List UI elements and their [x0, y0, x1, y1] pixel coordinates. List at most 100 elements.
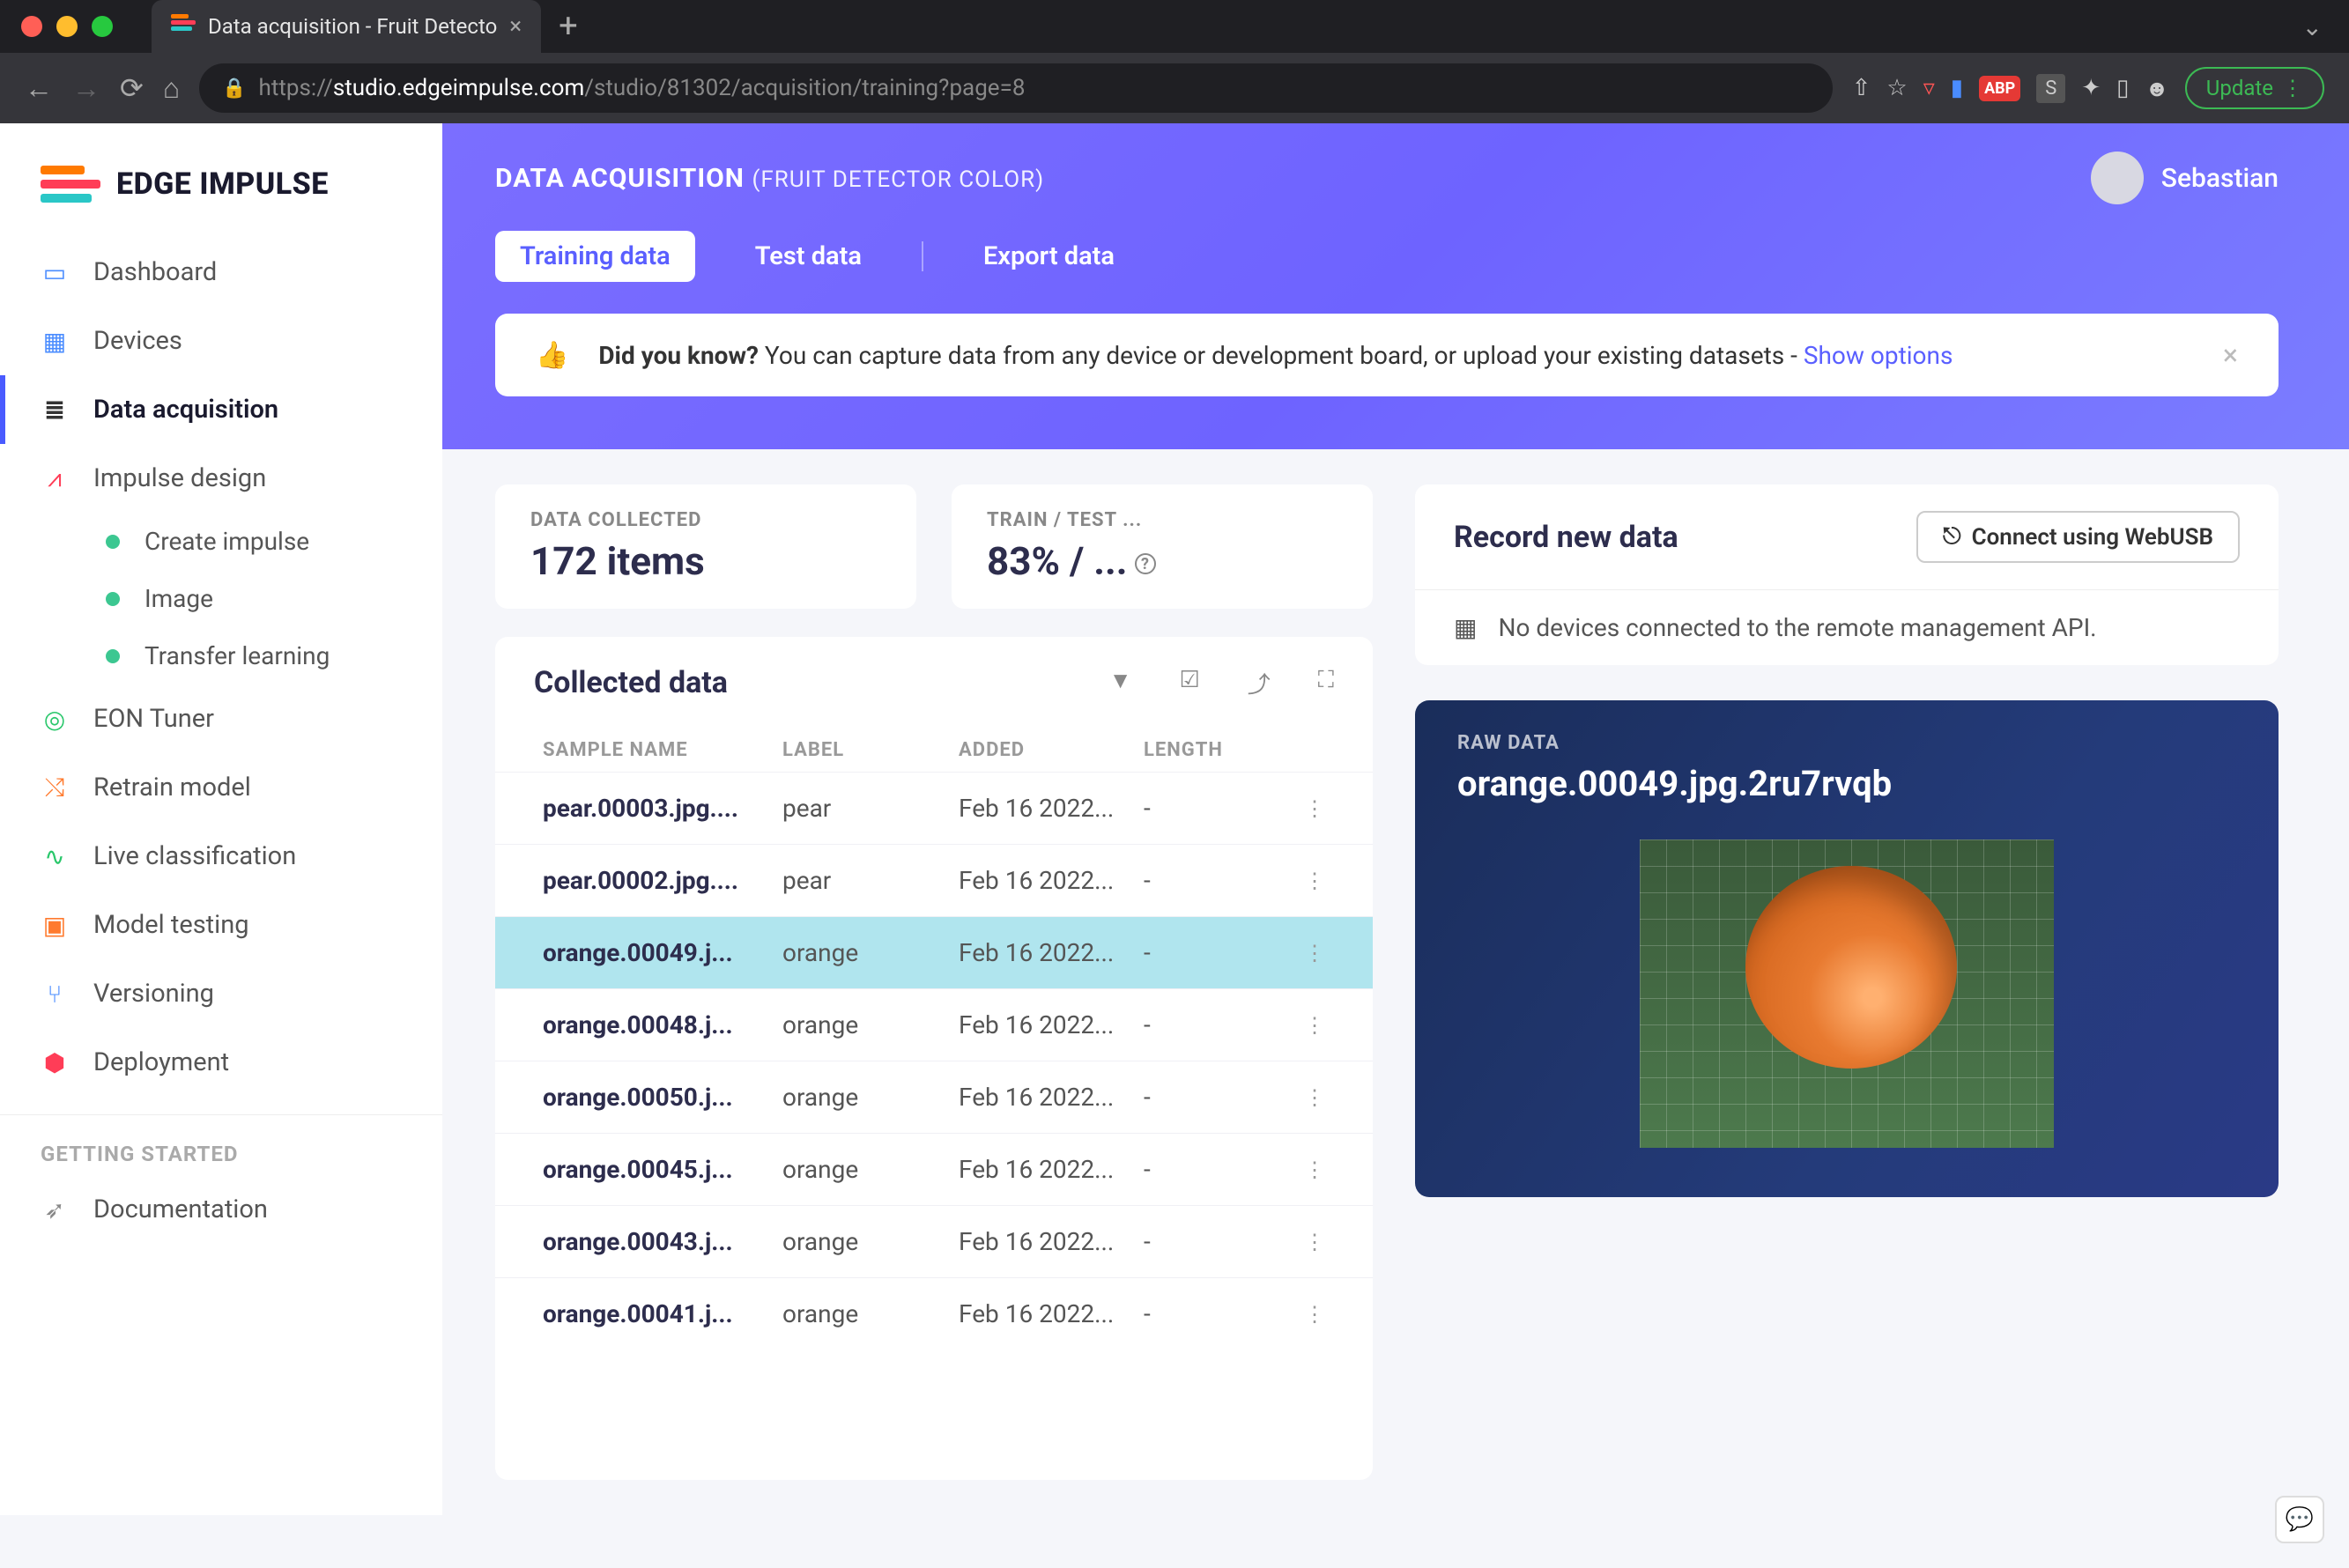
- orange-fruit-icon: [1745, 866, 1957, 1069]
- window-maximize-dot[interactable]: [92, 16, 113, 37]
- row-menu-icon[interactable]: ⋮: [1304, 1085, 1325, 1110]
- logo[interactable]: EDGE IMPULSE: [0, 144, 442, 238]
- tab-test-data[interactable]: Test data: [730, 231, 886, 282]
- sidebar-subitem-image[interactable]: Image: [0, 570, 442, 627]
- table-row[interactable]: pear.00002.jpg....pearFeb 16 2022...-⋮: [495, 844, 1373, 916]
- close-tab-icon[interactable]: ×: [509, 13, 522, 40]
- adblock-icon[interactable]: ABP: [1979, 76, 2020, 101]
- reload-button[interactable]: ⟳: [120, 71, 144, 105]
- row-menu-icon[interactable]: ⋮: [1304, 1013, 1325, 1038]
- window-minimize-dot[interactable]: [56, 16, 78, 37]
- extension-icon-1[interactable]: ▮: [1951, 75, 1963, 101]
- stat-label: DATA COLLECTED: [530, 509, 881, 531]
- table-row[interactable]: pear.00003.jpg....pearFeb 16 2022...-⋮: [495, 772, 1373, 844]
- tab-training-data[interactable]: Training data: [495, 231, 695, 282]
- sidebar-item-impulse-design[interactable]: ⩘Impulse design: [0, 444, 442, 513]
- sample-length: -: [1144, 1299, 1267, 1328]
- sample-name: orange.00050.j...: [543, 1083, 782, 1112]
- clipboard-icon: ▣: [41, 911, 69, 940]
- col-header-added[interactable]: ADDED: [959, 739, 1144, 761]
- help-icon[interactable]: ?: [1135, 553, 1156, 574]
- tab-overflow-icon[interactable]: ⌄: [2302, 12, 2349, 41]
- sidebar-item-dashboard[interactable]: ▭Dashboard: [0, 238, 442, 307]
- upload-icon[interactable]: ⤴: [1248, 667, 1271, 699]
- sidebar-item-data-acquisition[interactable]: ≣Data acquisition: [0, 375, 442, 444]
- raw-data-card: RAW DATA orange.00049.jpg.2ru7rvqb: [1415, 700, 2279, 1197]
- table-row[interactable]: orange.00050.j...orangeFeb 16 2022...-⋮: [495, 1061, 1373, 1133]
- back-button[interactable]: ←: [25, 71, 53, 105]
- profile-avatar-icon[interactable]: ☻: [2145, 75, 2168, 102]
- row-menu-icon[interactable]: ⋮: [1304, 1158, 1325, 1182]
- sample-added: Feb 16 2022...: [959, 1299, 1144, 1328]
- record-new-data-card: Record new data ⎋Connect using WebUSB: [1415, 484, 2279, 589]
- window-controls: [0, 4, 134, 49]
- sidebar-subitem-transfer-learning[interactable]: Transfer learning: [0, 627, 442, 684]
- main-content: DATA ACQUISITION (FRUIT DETECTOR COLOR) …: [442, 123, 2349, 1515]
- col-header-length[interactable]: LENGTH: [1144, 739, 1267, 761]
- username: Sebastian: [2161, 163, 2279, 194]
- table-row[interactable]: orange.00048.j...orangeFeb 16 2022...-⋮: [495, 988, 1373, 1061]
- table-row[interactable]: orange.00045.j...orangeFeb 16 2022...-⋮: [495, 1133, 1373, 1205]
- sidebar-item-model-testing[interactable]: ▣Model testing: [0, 891, 442, 959]
- col-header-label[interactable]: LABEL: [782, 739, 959, 761]
- sidebar-item-retrain[interactable]: ⤭Retrain model: [0, 753, 442, 822]
- show-options-link[interactable]: Show options: [1804, 341, 1953, 370]
- sidebar-item-live-classification[interactable]: ∿Live classification: [0, 822, 442, 891]
- chip-icon: ▦: [41, 327, 69, 356]
- select-all-icon[interactable]: ☑: [1179, 667, 1199, 699]
- col-header-name[interactable]: SAMPLE NAME: [543, 739, 782, 761]
- table-row[interactable]: orange.00043.j...orangeFeb 16 2022...-⋮: [495, 1205, 1373, 1277]
- sample-preview-image: [1640, 839, 2054, 1148]
- tab-title: Data acquisition - Fruit Detecto: [208, 14, 497, 39]
- record-title: Record new data: [1454, 520, 1678, 555]
- info-banner: 👍 Did you know? You can capture data fro…: [495, 314, 2279, 396]
- home-button[interactable]: ⌂: [163, 71, 180, 105]
- dot-icon: [106, 535, 120, 549]
- tab-export-data[interactable]: Export data: [959, 231, 1139, 282]
- connect-webusb-button[interactable]: ⎋Connect using WebUSB: [1916, 511, 2240, 563]
- filter-icon[interactable]: ▼: [1109, 667, 1132, 699]
- url-bar[interactable]: 🔒 https://studio.edgeimpulse.com/studio/…: [199, 63, 1832, 113]
- extension-s-icon[interactable]: S: [2036, 74, 2065, 103]
- row-menu-icon[interactable]: ⋮: [1304, 869, 1325, 893]
- shuffle-icon: ⤭: [41, 773, 69, 802]
- sidebar-subitem-create-impulse[interactable]: Create impulse: [0, 513, 442, 570]
- table-row[interactable]: orange.00041.j...orangeFeb 16 2022...-⋮: [495, 1277, 1373, 1350]
- expand-icon[interactable]: ⛶: [1318, 667, 1334, 699]
- sample-added: Feb 16 2022...: [959, 866, 1144, 895]
- sidebar-item-eon-tuner[interactable]: ◎EON Tuner: [0, 684, 442, 753]
- lock-icon: 🔒: [222, 78, 246, 100]
- bookmark-icon[interactable]: ☆: [1886, 75, 1907, 101]
- window-close-dot[interactable]: [21, 16, 42, 37]
- forward-button[interactable]: →: [72, 71, 100, 105]
- sidebar-item-deployment[interactable]: ⬢Deployment: [0, 1028, 442, 1097]
- sample-label: orange: [782, 1155, 959, 1184]
- browser-right-icons: ⇧ ☆ ▿ ▮ ABP S ✦ ▯ ☻ Update⋮: [1852, 67, 2324, 109]
- close-banner-icon[interactable]: ×: [2223, 338, 2238, 372]
- table-row[interactable]: orange.00049.j...orangeFeb 16 2022...-⋮: [495, 916, 1373, 988]
- pocket-icon[interactable]: ▿: [1923, 75, 1935, 101]
- browser-tab-active[interactable]: Data acquisition - Fruit Detecto ×: [152, 0, 541, 53]
- stat-row: DATA COLLECTED 172 items TRAIN / TEST ..…: [495, 484, 1373, 609]
- sample-added: Feb 16 2022...: [959, 1010, 1144, 1039]
- rocket-icon: ➶: [41, 1195, 69, 1224]
- row-menu-icon[interactable]: ⋮: [1304, 941, 1325, 965]
- tab-favicon-icon: [171, 14, 196, 39]
- sidebar-item-devices[interactable]: ▦Devices: [0, 307, 442, 375]
- extensions-puzzle-icon[interactable]: ✦: [2081, 75, 2101, 101]
- row-menu-icon[interactable]: ⋮: [1304, 796, 1325, 821]
- browser-update-button[interactable]: Update⋮: [2185, 67, 2324, 109]
- table-title: Collected data: [534, 665, 728, 700]
- sidepanel-icon[interactable]: ▯: [2116, 75, 2129, 101]
- user-menu[interactable]: Sebastian: [2091, 152, 2279, 204]
- new-tab-button[interactable]: +: [541, 7, 596, 46]
- sidebar-item-versioning[interactable]: ⑂Versioning: [0, 959, 442, 1028]
- sample-label: orange: [782, 1083, 959, 1112]
- sample-label: orange: [782, 1010, 959, 1039]
- row-menu-icon[interactable]: ⋮: [1304, 1230, 1325, 1254]
- share-icon[interactable]: ⇧: [1852, 75, 1871, 101]
- raw-data-label: RAW DATA: [1457, 732, 2236, 754]
- feedback-button[interactable]: 💬: [2275, 1496, 2324, 1543]
- sidebar-item-documentation[interactable]: ➶Documentation: [0, 1175, 442, 1244]
- row-menu-icon[interactable]: ⋮: [1304, 1302, 1325, 1327]
